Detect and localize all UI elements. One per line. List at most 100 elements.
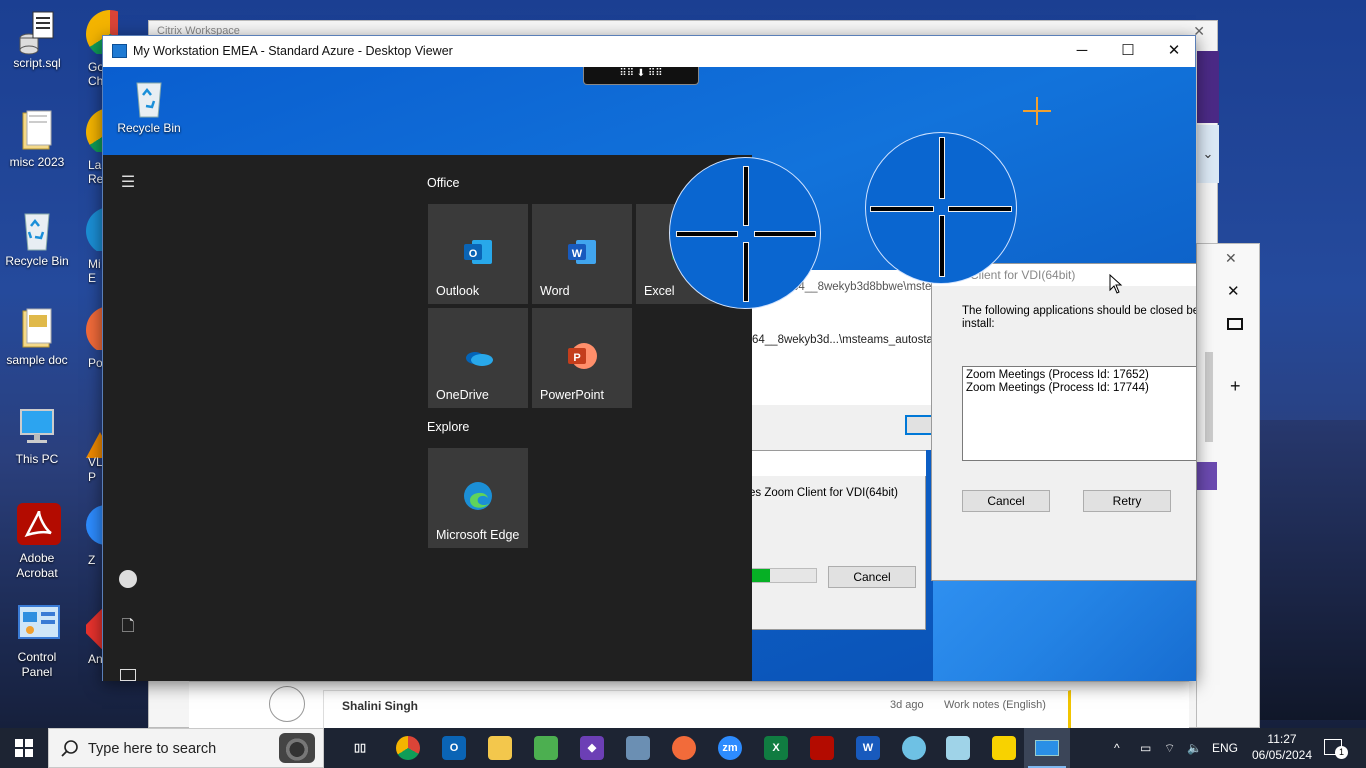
close-button[interactable]: ✕	[1151, 36, 1197, 67]
acrobat-taskbar-icon[interactable]	[810, 736, 834, 760]
citrix-workspace-icon[interactable]	[902, 736, 926, 760]
desktop-icon-this-pc[interactable]: This PC	[0, 404, 74, 467]
windows-logo-icon	[15, 739, 33, 757]
svg-text:W: W	[572, 248, 583, 260]
outlook-taskbar-icon[interactable]: O	[442, 736, 466, 760]
process-list-item[interactable]: Zoom Meetings (Process Id: 17744)	[966, 382, 1194, 395]
zoom-close-apps-dialog[interactable]: Client for VDI(64bit) The following appl…	[931, 263, 1196, 581]
zoom-dialog-cancel-button[interactable]: Cancel	[962, 490, 1050, 512]
progress-cancel-button[interactable]: Cancel	[828, 566, 916, 588]
maximize-button[interactable]: ☐	[1105, 36, 1151, 67]
clock-date: 06/05/2024	[1251, 748, 1313, 762]
desktop-icon-misc-2023[interactable]: misc 2023	[0, 107, 74, 170]
notepad-icon[interactable]	[946, 736, 970, 760]
word-taskbar-icon[interactable]: W	[856, 736, 880, 760]
comment-author: Shalini Singh	[342, 699, 419, 713]
side-panel-add-icon[interactable]: +	[1230, 376, 1241, 397]
comment-card: Shalini Singh 3d ago Work notes (English…	[323, 690, 1071, 730]
clock[interactable]: 11:27 06/05/2024	[1250, 731, 1314, 763]
viewer-title: My Workstation EMEA - Standard Azure - D…	[133, 44, 453, 58]
pictures-icon[interactable]	[116, 663, 140, 681]
progress-bar-fill	[750, 569, 770, 582]
folder-icon	[17, 305, 57, 349]
network-icon[interactable]: ⌔	[1164, 728, 1175, 768]
network-tool-icon[interactable]	[626, 736, 650, 760]
tile-powerpoint[interactable]: P PowerPoint	[532, 308, 632, 408]
show-hidden-icons-chevron-icon[interactable]: ^	[1114, 728, 1120, 768]
acrobat-icon	[17, 503, 61, 547]
notification-center-icon[interactable]: 1	[1324, 739, 1348, 759]
progress-dialog-header	[749, 451, 926, 476]
desktop-icon-control-panel[interactable]: Control Panel	[0, 602, 74, 680]
sticky-notes-icon[interactable]	[992, 736, 1016, 760]
start-menu[interactable]: ☰ 🗋 Office O Outlook W Word Excel OneDri…	[103, 155, 752, 681]
comment-age: 3d ago	[890, 699, 924, 711]
desktop: script.sql misc 2023 Recycle Bin sample …	[0, 0, 1366, 730]
desktop-icon-sample-doc[interactable]: sample doc	[0, 305, 74, 368]
desktop-icon-adobe-acrobat[interactable]: Adobe Acrobat	[0, 503, 74, 581]
start-button[interactable]	[0, 728, 48, 768]
svg-text:P: P	[573, 352, 580, 364]
side-panel-close-icon-2[interactable]: ✕	[1227, 282, 1240, 300]
excel-taskbar-icon[interactable]: X	[764, 736, 788, 760]
clock-time: 11:27	[1267, 732, 1297, 746]
taskbar: Type here to search ▯▯ O ◆ zm X W ^ ▭ ⌔ …	[0, 728, 1366, 768]
svg-text:O: O	[469, 248, 478, 260]
desktop-viewer-window[interactable]: My Workstation EMEA - Standard Azure - D…	[102, 35, 1196, 681]
citrix-toolbar-handle[interactable]: ⠿⠿ ⬇ ⠿⠿	[583, 67, 699, 85]
viewer-titlebar[interactable]: My Workstation EMEA - Standard Azure - D…	[103, 36, 1195, 67]
recycle-bin-icon	[132, 79, 166, 119]
zoom-dialog-message-2: install:	[962, 318, 995, 330]
tile-word[interactable]: W Word	[532, 204, 632, 304]
postman-icon[interactable]	[672, 736, 696, 760]
folder-icon	[17, 107, 57, 151]
documents-icon[interactable]: 🗋	[116, 615, 140, 639]
zoom-icon[interactable]: zm	[718, 736, 742, 760]
language-indicator[interactable]: ENG	[1212, 728, 1238, 768]
install-progress-dialog[interactable]: es Zoom Client for VDI(64bit) Cancel	[748, 450, 926, 630]
edge-icon	[462, 480, 494, 512]
desktop-viewer-taskbar-button[interactable]	[1024, 728, 1070, 768]
remote-recycle-bin[interactable]: Recycle Bin	[111, 79, 187, 135]
crosshair-icon	[1023, 97, 1051, 125]
zoom-dialog-message-1: The following applications should be clo…	[962, 305, 1196, 317]
zoom-dialog-title: Client for VDI(64bit)	[970, 268, 1076, 282]
process-list-item[interactable]: Zoom Meetings (Process Id: 17652)	[966, 369, 1194, 382]
remote-desktop: ⠿⠿ ⬇ ⠿⠿ Recycle Bin 64__8wekyb3d8bbwe\ms…	[103, 67, 1196, 681]
process-list[interactable]: Zoom Meetings (Process Id: 17652) Zoom M…	[962, 366, 1196, 461]
desktop-icon-script-sql[interactable]: script.sql	[0, 8, 74, 71]
user-account-icon[interactable]	[116, 567, 140, 591]
control-panel-icon	[17, 602, 60, 646]
search-icon	[61, 740, 78, 757]
hamburger-menu-icon[interactable]: ☰	[116, 171, 140, 195]
tile-microsoft-edge[interactable]: Microsoft Edge	[428, 448, 528, 548]
desktop-icon-recycle-bin[interactable]: Recycle Bin	[0, 206, 74, 269]
file-explorer-icon[interactable]	[488, 736, 512, 760]
side-panel-scrollbar[interactable]	[1205, 352, 1213, 442]
volume-icon[interactable]: 🔈	[1187, 728, 1202, 768]
tile-outlook[interactable]: O Outlook	[428, 204, 528, 304]
minimize-button[interactable]: ─	[1059, 36, 1105, 67]
desktop-viewer-icon	[1035, 740, 1059, 756]
zoom-dialog-retry-button[interactable]: Retry	[1083, 490, 1171, 512]
search-camera-icon	[279, 733, 315, 763]
sql-file-icon	[17, 8, 57, 55]
progress-bar	[749, 568, 817, 583]
side-panel-close-icon[interactable]: ✕	[1225, 250, 1237, 267]
snipping-tool-icon[interactable]	[534, 736, 558, 760]
side-panel-purple-strip	[1197, 462, 1217, 490]
computer-icon	[17, 404, 57, 448]
comment-tag: Work notes (English)	[944, 699, 1046, 711]
progress-text: es Zoom Client for VDI(64bit)	[749, 487, 898, 499]
taskbar-search-box[interactable]: Type here to search	[48, 728, 324, 768]
battery-icon[interactable]: ▭	[1140, 728, 1151, 768]
recycle-bin-icon	[17, 206, 57, 251]
side-panel-expand-icon[interactable]	[1227, 318, 1243, 330]
background-dropdown-chevron-icon[interactable]: ⌄	[1197, 125, 1219, 183]
task-view-icon[interactable]: ▯▯	[348, 736, 372, 760]
tile-onedrive[interactable]: OneDrive	[428, 308, 528, 408]
background-side-panel-window[interactable]: ✕ ✕ +	[1196, 243, 1260, 728]
start-menu-sidebar: ☰ 🗋	[103, 155, 151, 681]
visual-studio-icon[interactable]: ◆	[580, 736, 604, 760]
chrome-taskbar-icon[interactable]	[396, 736, 420, 760]
